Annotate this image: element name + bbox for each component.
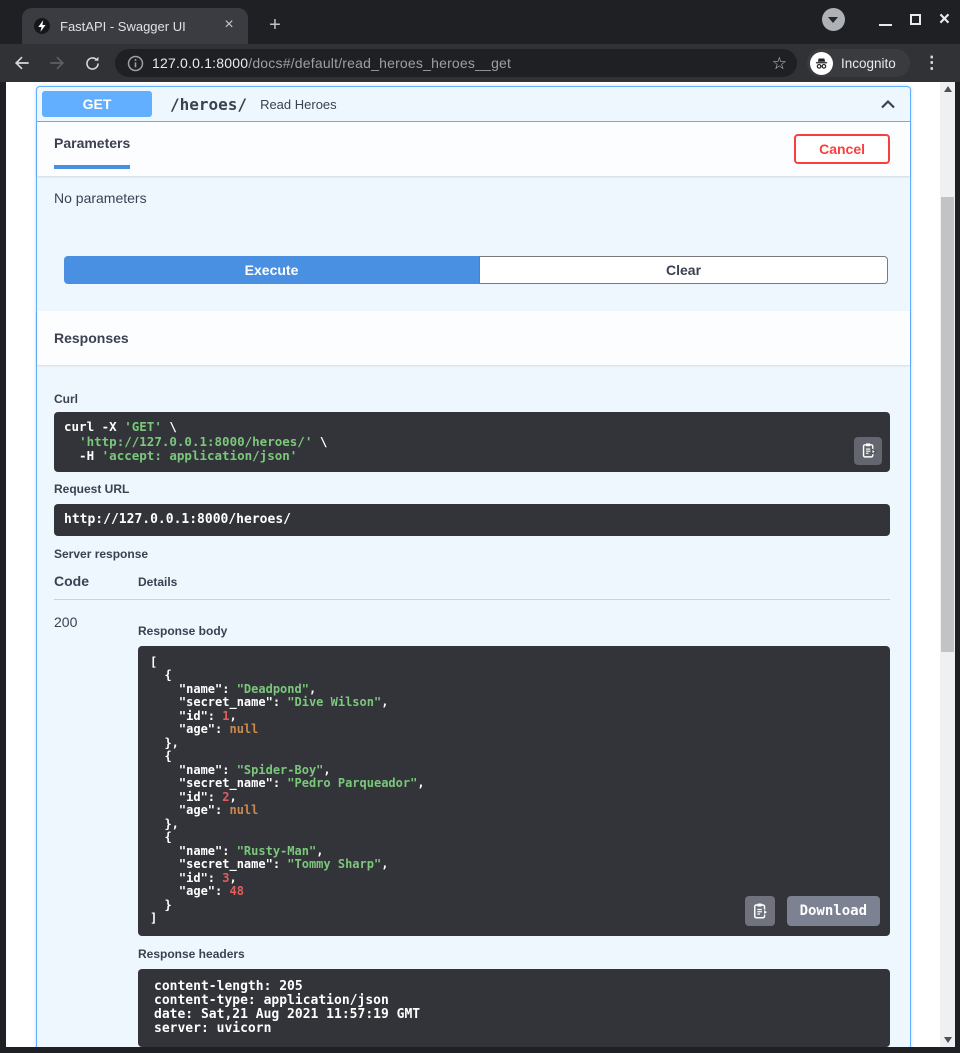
scroll-down-button[interactable] xyxy=(940,1033,955,1047)
url-text: 127.0.0.1:8000/docs#/default/read_heroes… xyxy=(152,55,772,71)
status-code: 200 xyxy=(54,614,138,1047)
tab-strip: FastAPI - Swagger UI × + × xyxy=(0,0,960,44)
back-arrow-icon xyxy=(12,53,32,73)
incognito-label: Incognito xyxy=(841,56,896,71)
server-response-table: Code Details 200 Response body [ { "name… xyxy=(54,573,890,1047)
endpoint-path: /heroes/ xyxy=(170,95,247,114)
bookmark-star-icon[interactable]: ☆ xyxy=(772,55,787,72)
page-scrollbar[interactable] xyxy=(940,82,955,1047)
back-button[interactable] xyxy=(9,50,35,76)
browser-toolbar: 127.0.0.1:8000/docs#/default/read_heroes… xyxy=(0,44,960,82)
server-response-label: Server response xyxy=(54,547,890,561)
url-host: 127.0.0.1:8000 xyxy=(152,55,248,71)
tab-title: FastAPI - Swagger UI xyxy=(60,19,220,34)
opblock-get-heroes: GET /heroes/ Read Heroes Parameters Canc… xyxy=(36,86,911,1047)
curl-command-block: curl -X 'GET' \ 'http://127.0.0.1:8000/h… xyxy=(54,412,890,472)
responses-body: Curl curl -X 'GET' \ 'http://127.0.0.1:8… xyxy=(37,365,910,1047)
curl-command: curl -X 'GET' \ 'http://127.0.0.1:8000/h… xyxy=(64,420,850,464)
collapse-chevron-icon[interactable] xyxy=(878,94,898,114)
response-body-label: Response body xyxy=(138,624,890,638)
copy-response-button[interactable] xyxy=(745,896,775,926)
code-column-header: Code xyxy=(54,573,138,589)
swagger-page: GET /heroes/ Read Heroes Parameters Canc… xyxy=(6,82,940,1047)
url-bar[interactable]: 127.0.0.1:8000/docs#/default/read_heroes… xyxy=(115,49,797,77)
reload-icon xyxy=(83,54,102,73)
clipboard-icon xyxy=(751,902,769,920)
url-path: /docs#/default/read_heroes_heroes__get xyxy=(248,55,511,71)
copy-curl-button[interactable] xyxy=(854,437,882,465)
execute-button[interactable]: Execute xyxy=(64,256,479,284)
site-info-icon[interactable] xyxy=(127,55,144,72)
details-column-header: Details xyxy=(138,575,890,589)
clear-button[interactable]: Clear xyxy=(479,256,888,284)
scrollbar-thumb[interactable] xyxy=(941,197,954,652)
browser-menu-button[interactable]: ⋮ xyxy=(922,53,942,73)
request-url-label: Request URL xyxy=(54,482,890,496)
minimize-button[interactable] xyxy=(879,24,892,26)
new-tab-button[interactable]: + xyxy=(262,13,288,39)
incognito-icon xyxy=(810,52,833,75)
parameters-body: No parameters Execute Clear xyxy=(37,176,910,311)
forward-arrow-icon xyxy=(47,53,67,73)
triangle-down-icon xyxy=(944,1037,952,1043)
endpoint-summary: Read Heroes xyxy=(260,97,878,112)
response-headers-block: content-length: 205content-type: applica… xyxy=(138,969,890,1047)
response-details-cell: Response body [ { "name": "Deadpond", "s… xyxy=(138,614,890,1047)
maximize-button[interactable] xyxy=(910,14,921,25)
responses-title: Responses xyxy=(54,330,129,346)
scroll-up-button[interactable] xyxy=(940,82,955,96)
fastapi-favicon-icon xyxy=(34,18,50,34)
cancel-button[interactable]: Cancel xyxy=(794,134,890,164)
response-body-actions: Download xyxy=(745,896,880,926)
incognito-badge: Incognito xyxy=(807,49,910,77)
reload-button[interactable] xyxy=(79,50,105,76)
opblock-summary[interactable]: GET /heroes/ Read Heroes xyxy=(37,87,910,122)
response-body-json: [ { "name": "Deadpond", "secret_name": "… xyxy=(150,656,890,926)
tab-search-icon[interactable] xyxy=(822,8,845,31)
response-body-block: [ { "name": "Deadpond", "secret_name": "… xyxy=(138,646,890,936)
responses-header: Responses xyxy=(37,311,910,365)
request-url-value: http://127.0.0.1:8000/heroes/ xyxy=(54,504,890,536)
response-table-head: Code Details xyxy=(54,573,890,600)
close-window-button[interactable]: × xyxy=(939,10,950,29)
browser-tab[interactable]: FastAPI - Swagger UI × xyxy=(22,8,248,44)
curl-label: Curl xyxy=(54,392,890,406)
caret-down-icon xyxy=(828,17,838,23)
parameters-header: Parameters Cancel xyxy=(37,122,910,176)
response-headers-label: Response headers xyxy=(138,947,890,961)
response-row-200: 200 Response body [ { "name": "Deadpond"… xyxy=(54,600,890,1047)
forward-button[interactable] xyxy=(44,50,70,76)
tab-parameters[interactable]: Parameters xyxy=(54,135,130,169)
http-method-badge: GET xyxy=(42,91,152,117)
clipboard-icon xyxy=(860,442,877,459)
download-button[interactable]: Download xyxy=(787,896,880,926)
tab-close-icon[interactable]: × xyxy=(220,17,238,35)
no-parameters-text: No parameters xyxy=(54,190,890,206)
triangle-up-icon xyxy=(944,86,952,92)
execute-row: Execute Clear xyxy=(64,256,888,284)
window-controls: × xyxy=(822,8,950,31)
